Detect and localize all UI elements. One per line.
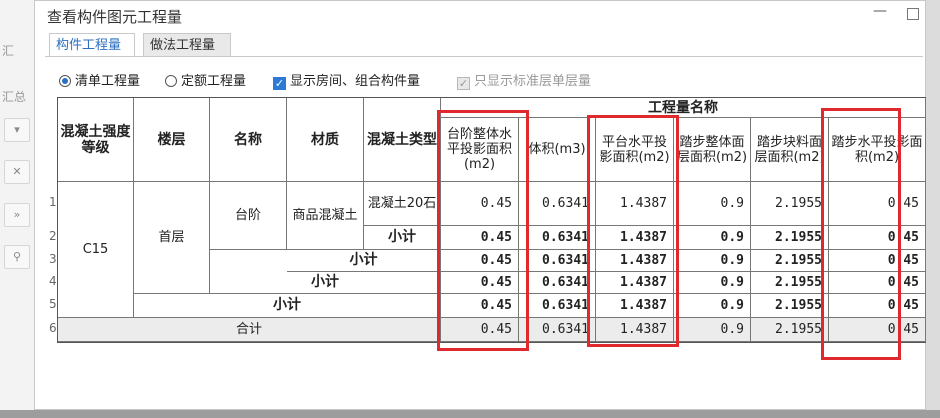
minimize-icon[interactable]: —	[873, 3, 887, 19]
table-cell[interactable]: 0.6341	[519, 294, 596, 318]
subtotal-label-material: 小计	[287, 250, 441, 272]
checkbox-checked-icon: ✓	[273, 77, 286, 90]
dropdown-icon[interactable]: ▾	[4, 118, 30, 142]
checkbox-disabled-icon: ✓	[457, 77, 470, 90]
expand-icon[interactable]: »	[4, 203, 30, 227]
table-cell[interactable]: 1.4387	[596, 294, 674, 318]
table-cell[interactable]: 1.4387	[596, 272, 674, 294]
tab-component-quantity[interactable]: 构件工程量	[49, 33, 135, 57]
table-cell[interactable]: 0.9	[674, 272, 751, 294]
background-bottom	[0, 410, 940, 418]
table-cell[interactable]: 0.6341	[519, 318, 596, 342]
table-cell[interactable]: 0.6341	[519, 226, 596, 250]
table-cell[interactable]: 0.45	[441, 182, 519, 226]
quantity-dialog: 查看构件图元工程量 — 构件工程量 做法工程量 清单工程量 定额工程量 ✓ 显示房…	[34, 0, 927, 410]
search-icon[interactable]: ⚲	[4, 245, 30, 269]
table-cell[interactable]: 0.9	[674, 226, 751, 250]
header-q3[interactable]: 平台水平投影面积(m2)	[596, 118, 674, 182]
background-label-2: 汇总	[2, 90, 27, 104]
table-cell[interactable]: 0.6341	[519, 272, 596, 294]
row-number: 3	[49, 252, 57, 266]
header-floor[interactable]: 楼层	[134, 98, 210, 182]
table-cell[interactable]: 2.1955	[751, 272, 829, 294]
table-cell[interactable]: 2.1955	[751, 182, 829, 226]
table-cell[interactable]: 1.4387	[596, 318, 674, 342]
radio-selected-icon	[59, 75, 71, 87]
table-cell[interactable]: 0.45	[441, 226, 519, 250]
cell-name[interactable]: 台阶	[210, 182, 287, 250]
background-scroll-area	[926, 0, 940, 418]
table-cell[interactable]: 0.9	[674, 182, 751, 226]
cell-grade[interactable]: C15	[58, 182, 134, 318]
table-cell[interactable]: 1.4387	[596, 182, 674, 226]
header-grade[interactable]: 混凝土强度等级	[58, 98, 134, 182]
cell-concrete-type[interactable]: 混凝土20石	[364, 182, 441, 226]
cell-floor[interactable]: 首层	[134, 182, 210, 294]
row-number: 4	[49, 274, 57, 288]
table-cell[interactable]: 0.45	[829, 250, 926, 272]
dialog-title: 查看构件图元工程量	[47, 8, 183, 26]
table-cell[interactable]: 2.1955	[751, 250, 829, 272]
background-panel: 汇 汇总 ▾ ✕ » ⚲	[0, 0, 35, 418]
table-cell[interactable]: 0.45	[829, 226, 926, 250]
header-concrete-type[interactable]: 混凝土类型	[364, 98, 441, 182]
close-icon[interactable]: ✕	[4, 160, 30, 184]
row-number: 5	[49, 297, 57, 311]
table-cell[interactable]: 0.6341	[519, 250, 596, 272]
table-cell[interactable]: 0.9	[674, 318, 751, 342]
tab-method-quantity[interactable]: 做法工程量	[143, 33, 231, 57]
subtotal-label-type: 小计	[364, 226, 441, 250]
table-cell[interactable]: 0.6341	[519, 182, 596, 226]
header-quantity-group: 工程量名称	[441, 98, 926, 118]
table-cell[interactable]: 0.9	[674, 294, 751, 318]
table-cell[interactable]: 0.45	[829, 182, 926, 226]
cell-material[interactable]: 商品混凝土	[287, 182, 364, 250]
maximize-icon[interactable]	[907, 8, 919, 20]
show-room-combo-checkbox[interactable]: ✓ 显示房间、组合构件量	[273, 73, 420, 91]
table-cell[interactable]: 0.9	[674, 250, 751, 272]
row-number: 6	[49, 321, 57, 335]
header-q6[interactable]: 踏步水平投影面积(m2)	[829, 118, 926, 182]
header-q5[interactable]: 踏步块料面层面积(m2)	[751, 118, 829, 182]
table-cell[interactable]: 2.1955	[751, 318, 829, 342]
header-q1[interactable]: 台阶整体水平投影面积(m2)	[441, 118, 519, 182]
table-cell[interactable]: 2.1955	[751, 294, 829, 318]
table-cell[interactable]: 1.4387	[596, 226, 674, 250]
total-label: 合计	[58, 318, 441, 342]
table-cell[interactable]: 0.45	[441, 294, 519, 318]
subtotal-label-name: 小计	[210, 272, 441, 294]
table-cell[interactable]: 0.45	[441, 250, 519, 272]
radio-icon	[165, 75, 177, 87]
tab-divider	[45, 56, 923, 57]
table-cell[interactable]: 0.45	[829, 318, 926, 342]
row-number: 1	[49, 195, 57, 209]
background-label: 汇	[2, 44, 15, 58]
table-cell[interactable]: 0.45	[829, 294, 926, 318]
header-q4[interactable]: 踏步整体面层面积(m2)	[674, 118, 751, 182]
table-cell[interactable]: 0.45	[829, 272, 926, 294]
table-cell[interactable]: 2.1955	[751, 226, 829, 250]
row-number: 2	[49, 229, 57, 243]
header-name[interactable]: 名称	[210, 98, 287, 182]
header-material[interactable]: 材质	[287, 98, 364, 182]
header-q2[interactable]: 体积(m3)	[519, 118, 596, 182]
standard-floor-checkbox[interactable]: ✓ 只显示标准层单层量	[457, 73, 591, 91]
table-cell[interactable]: 1.4387	[596, 250, 674, 272]
radio-list-quantity[interactable]: 清单工程量	[59, 73, 140, 91]
subtotal-label-floor: 小计	[134, 294, 441, 318]
table-cell[interactable]: 0.45	[441, 318, 519, 342]
table-cell[interactable]: 0.45	[441, 272, 519, 294]
quantity-table: 混凝土强度等级 楼层 名称 材质 混凝土类型 工程量名称 台阶整体水平投影面积(…	[57, 97, 927, 343]
radio-quota-quantity[interactable]: 定额工程量	[165, 73, 246, 91]
